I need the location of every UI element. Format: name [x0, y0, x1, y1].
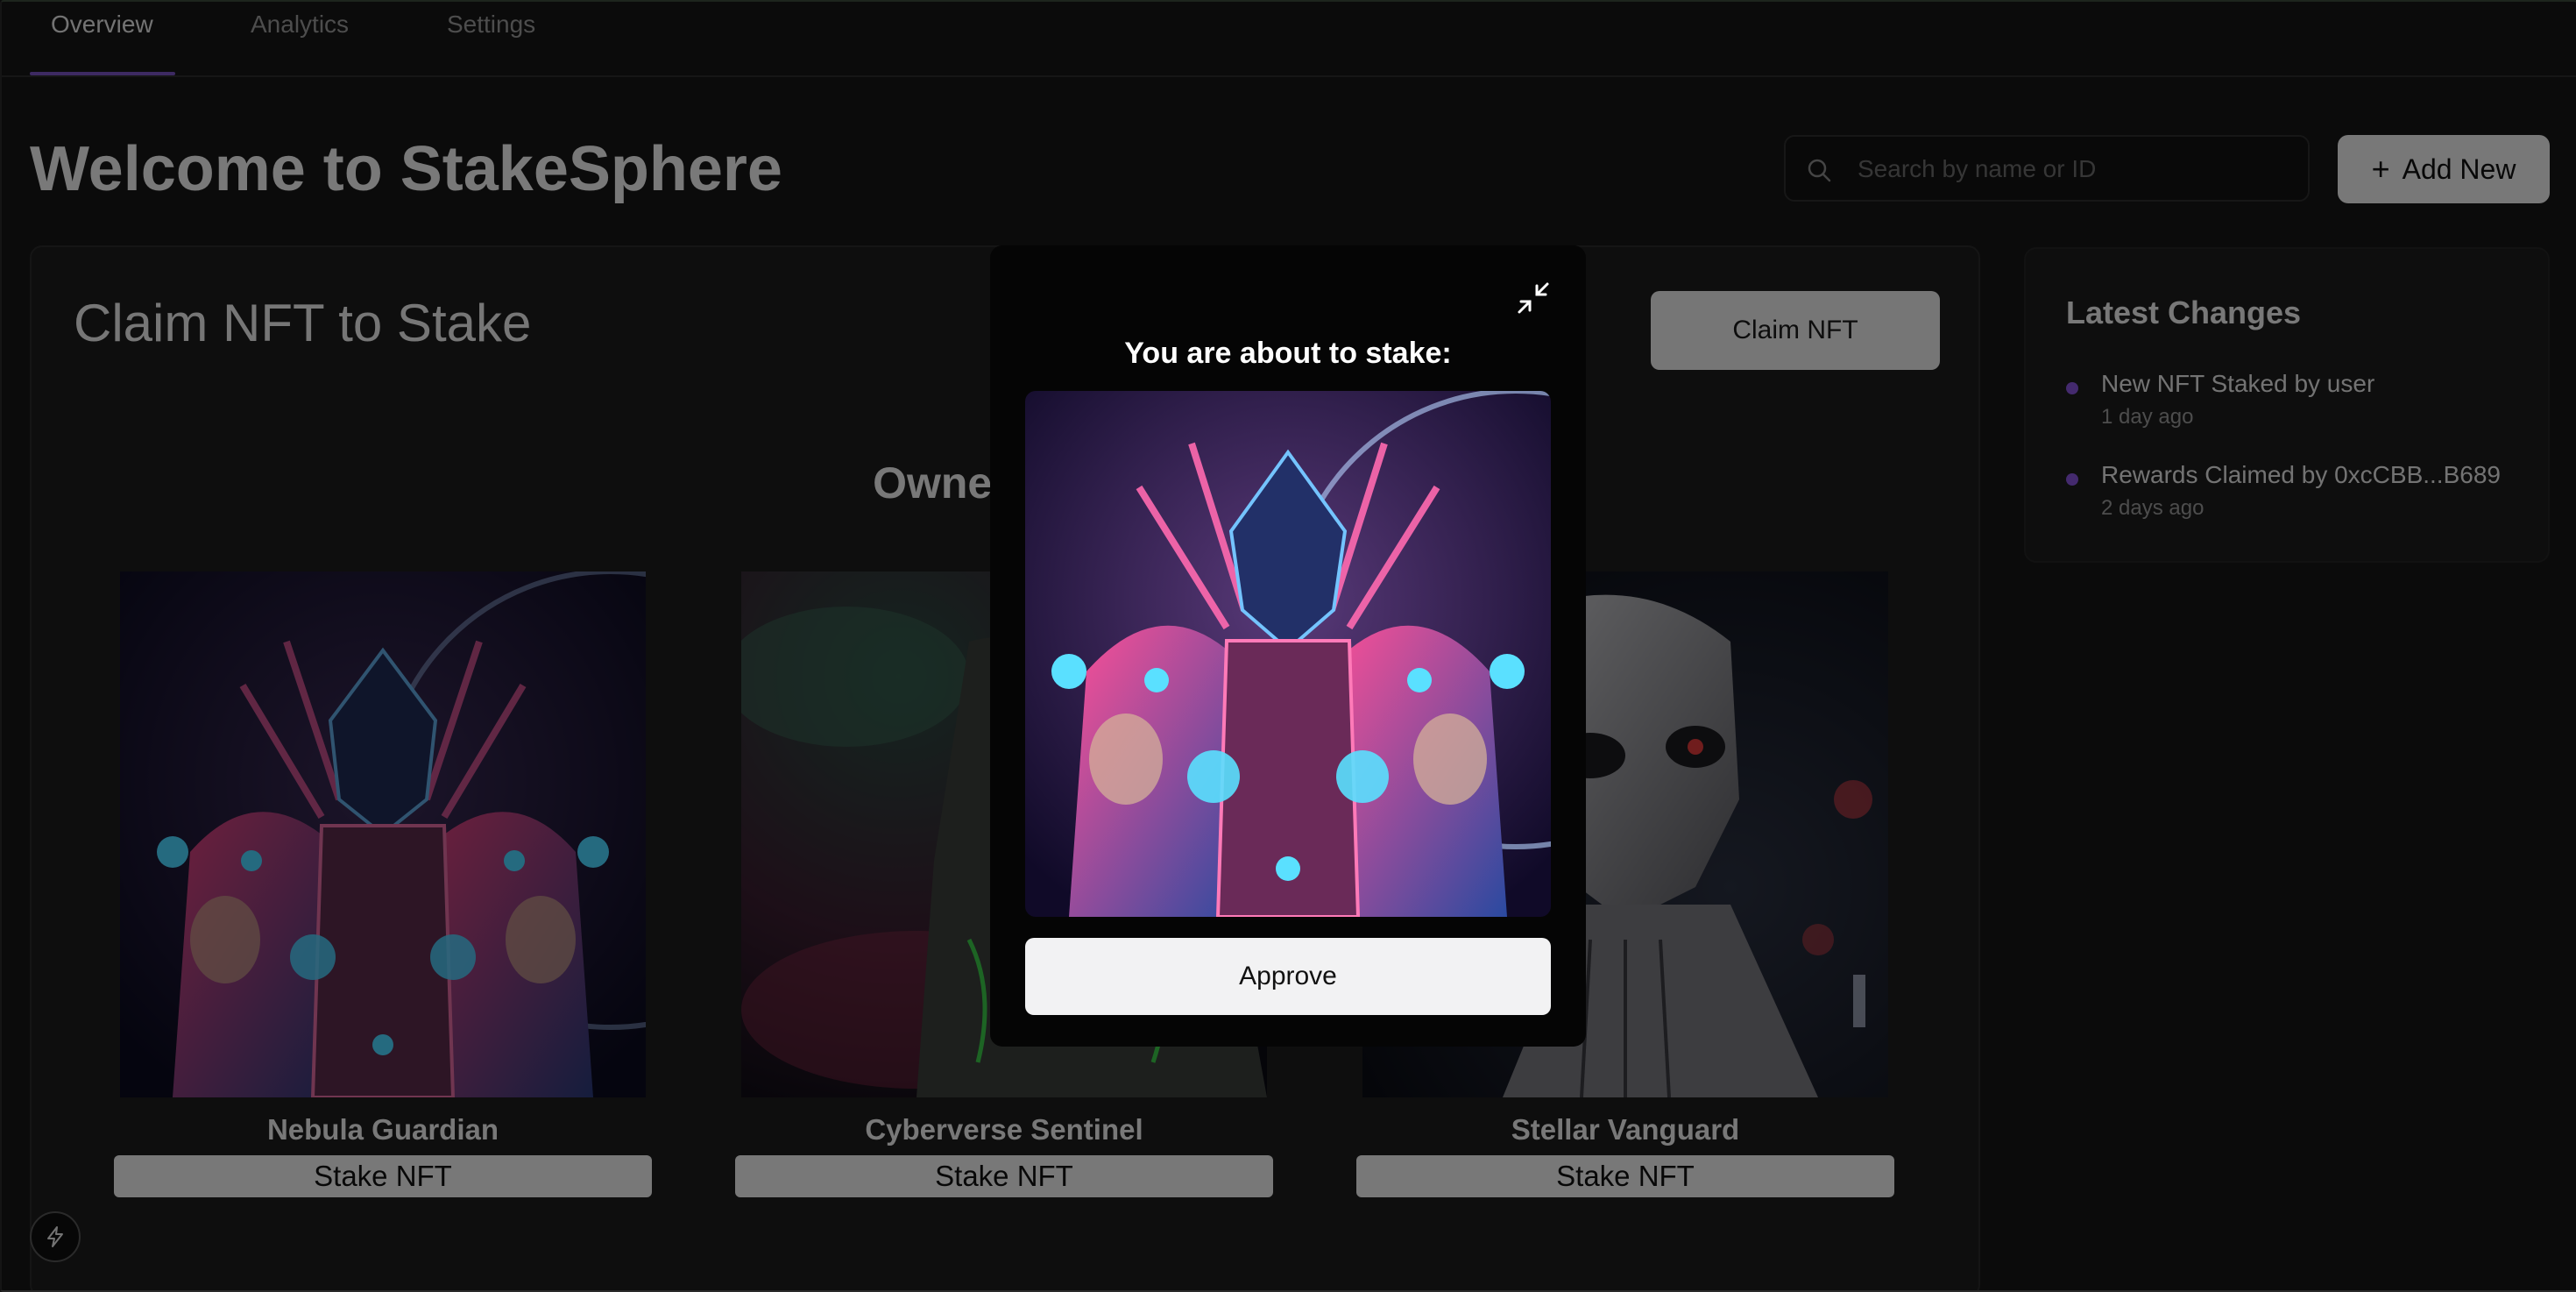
- approve-button[interactable]: Approve: [1025, 938, 1551, 1015]
- minimize-icon[interactable]: [1514, 279, 1553, 317]
- modal-nft-image: [1025, 391, 1551, 917]
- stake-modal: You are about to stake: Approve: [990, 245, 1586, 1047]
- modal-title: You are about to stake:: [1124, 337, 1452, 370]
